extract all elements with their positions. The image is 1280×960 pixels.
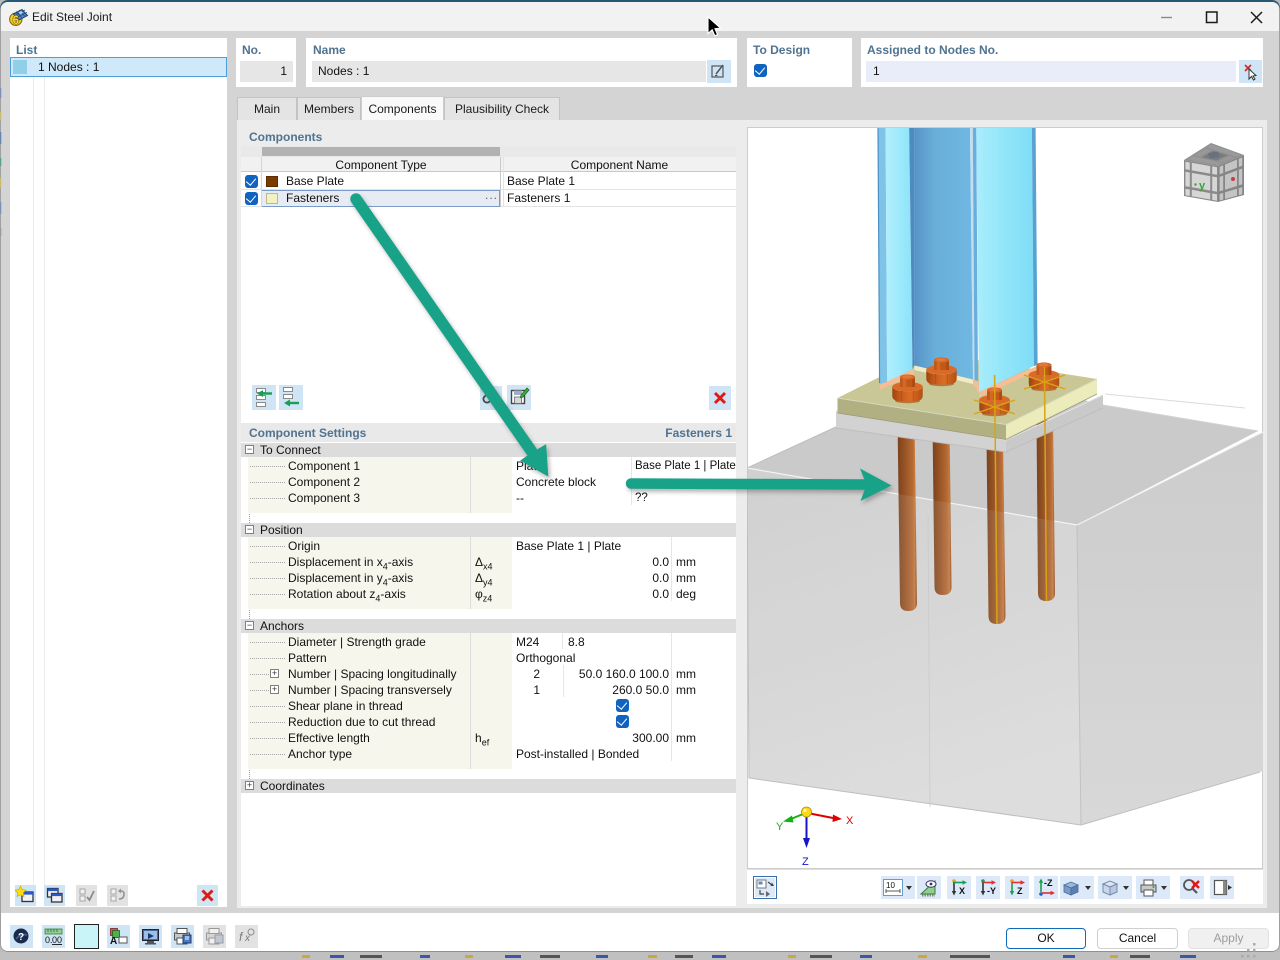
svg-text:6: 6: [13, 15, 19, 27]
svg-text:A: A: [110, 936, 117, 947]
svg-text:Z: Z: [802, 856, 809, 868]
svg-text:X: X: [959, 886, 965, 896]
svg-text:?: ?: [18, 932, 24, 943]
svg-text:y: y: [1199, 180, 1206, 192]
svg-text:f: f: [239, 930, 244, 944]
svg-text:-Y: -Y: [987, 886, 996, 896]
svg-text:Y: Y: [776, 821, 784, 833]
svg-text:Z: Z: [1017, 886, 1023, 896]
svg-text:-Z: -Z: [1044, 878, 1053, 888]
svg-text:10: 10: [886, 881, 895, 890]
svg-text:X: X: [846, 815, 854, 827]
svg-text:00: 00: [52, 935, 62, 945]
